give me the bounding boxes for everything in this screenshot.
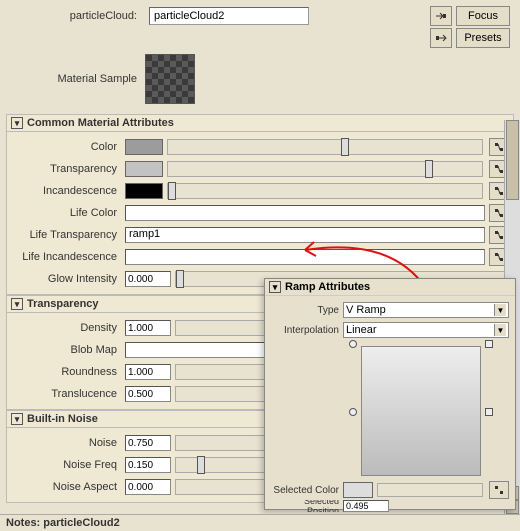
ramp-type-select[interactable]: V Ramp ▼ — [343, 302, 509, 318]
focus-button[interactable]: Focus — [456, 6, 510, 26]
ramp-type-label: Type — [271, 305, 339, 316]
life-transparency-field[interactable]: ramp1 — [125, 227, 485, 243]
incandescence-slider[interactable] — [167, 183, 483, 199]
life-transparency-label: Life Transparency — [11, 229, 121, 241]
color-label: Color — [11, 141, 121, 153]
roundness-field[interactable] — [125, 364, 171, 380]
life-color-field[interactable] — [125, 205, 485, 221]
notes-bar: Notes: particleCloud2 — [0, 514, 520, 530]
interpolation-select[interactable]: Linear ▼ — [343, 322, 509, 338]
section-title: Transparency — [27, 298, 99, 310]
translucence-label: Translucence — [11, 388, 121, 400]
noise-field[interactable] — [125, 435, 171, 451]
ramp-delete-icon[interactable] — [485, 408, 493, 416]
section-common-header[interactable]: ▾ Common Material Attributes — [6, 114, 514, 132]
noise-aspect-label: Noise Aspect — [11, 481, 121, 493]
translucence-field[interactable] — [125, 386, 171, 402]
blob-map-label: Blob Map — [11, 344, 121, 356]
ramp-gradient[interactable] — [361, 346, 481, 476]
transparency-slider[interactable] — [167, 161, 483, 177]
noise-label: Noise — [11, 437, 121, 449]
life-incandescence-field[interactable] — [125, 249, 485, 265]
ramp-handle-mid[interactable] — [349, 408, 357, 416]
ramp-type-value: V Ramp — [346, 304, 386, 316]
scrollbar-thumb[interactable] — [506, 120, 519, 200]
ramp-attributes-popup: ▾ Ramp Attributes Type V Ramp ▼ Interpol… — [264, 278, 516, 510]
noise-freq-field[interactable] — [125, 457, 171, 473]
selected-color-slider[interactable] — [377, 483, 483, 497]
ramp-delete-icon[interactable] — [485, 340, 493, 348]
name-field[interactable] — [149, 7, 309, 25]
popup-title: Ramp Attributes — [285, 281, 370, 293]
selected-position-label: Selected Position — [271, 500, 339, 512]
density-field[interactable] — [125, 320, 171, 336]
output-connection-icon[interactable] — [430, 28, 452, 48]
noise-freq-label: Noise Freq — [11, 459, 121, 471]
input-connection-icon[interactable] — [430, 6, 452, 26]
noise-aspect-field[interactable] — [125, 479, 171, 495]
map-button[interactable] — [489, 481, 509, 499]
popup-header[interactable]: ▾ Ramp Attributes — [265, 279, 515, 296]
density-label: Density — [11, 322, 121, 334]
name-label: particleCloud: — [10, 10, 145, 22]
material-sample-label: Material Sample — [10, 73, 145, 85]
glow-intensity-label: Glow Intensity — [11, 273, 121, 285]
material-sample-swatch[interactable] — [145, 54, 195, 104]
chevron-down-icon: ▼ — [494, 324, 506, 336]
collapse-icon[interactable]: ▾ — [11, 298, 23, 310]
collapse-icon[interactable]: ▾ — [269, 281, 281, 293]
presets-button[interactable]: Presets — [456, 28, 510, 48]
incandescence-swatch[interactable] — [125, 183, 163, 199]
section-title: Built-in Noise — [27, 413, 98, 425]
chevron-down-icon: ▼ — [494, 304, 506, 316]
ramp-handle-top[interactable] — [349, 340, 357, 348]
color-slider[interactable] — [167, 139, 483, 155]
collapse-icon[interactable]: ▾ — [11, 413, 23, 425]
transparency-swatch[interactable] — [125, 161, 163, 177]
selected-position-field[interactable] — [343, 500, 389, 512]
glow-intensity-field[interactable] — [125, 271, 171, 287]
life-color-label: Life Color — [11, 207, 121, 219]
section-title: Common Material Attributes — [27, 117, 174, 129]
color-swatch[interactable] — [125, 139, 163, 155]
incandescence-label: Incandescence — [11, 185, 121, 197]
transparency-label: Transparency — [11, 163, 121, 175]
interpolation-label: Interpolation — [271, 325, 339, 336]
collapse-icon[interactable]: ▾ — [11, 117, 23, 129]
selected-color-label: Selected Color — [271, 485, 339, 496]
life-incandescence-label: Life Incandescence — [11, 251, 121, 263]
roundness-label: Roundness — [11, 366, 121, 378]
interpolation-value: Linear — [346, 324, 377, 336]
selected-color-swatch[interactable] — [343, 482, 373, 498]
